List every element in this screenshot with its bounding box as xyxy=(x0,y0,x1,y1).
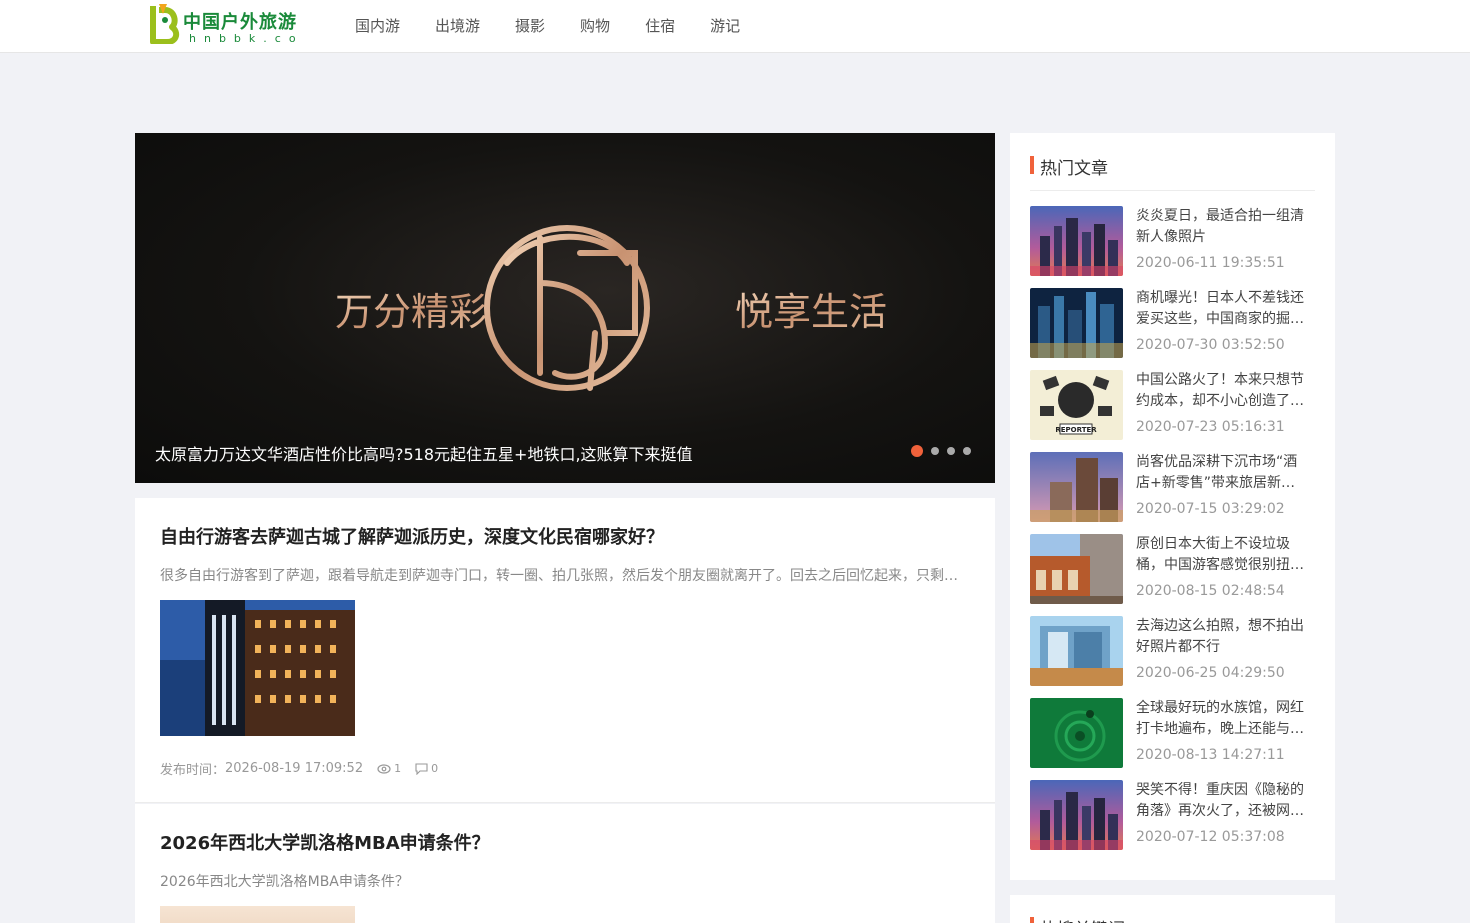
city-skyline-image xyxy=(1030,780,1123,850)
article-card: 2026年西北大学凯洛格MBA申请条件？ 2026年西北大学凯洛格MBA申请条件… xyxy=(135,804,995,923)
hot-article-date: 2020-07-12 05:37:08 xyxy=(1136,829,1285,845)
article-thumbnail[interactable] xyxy=(160,906,355,923)
hot-article-item[interactable]: 全球最好玩的水族馆，网红打卡地遍布，晚上还能与鲨鱼同眠 2020-08-13 1… xyxy=(1030,698,1315,770)
widget-header: 热门文章 xyxy=(1030,153,1315,191)
article-title[interactable]: 2026年西北大学凯洛格MBA申请条件？ xyxy=(160,829,490,855)
city-night-image xyxy=(160,600,355,736)
widget-title: 热搜关键词 xyxy=(1040,915,1125,923)
slider-left-text: 万分精彩 xyxy=(335,290,487,334)
view-count-value: 1 xyxy=(394,762,402,775)
article-summary: 2026年西北大学凯洛格MBA申请条件？ xyxy=(160,874,409,890)
hot-article-title[interactable]: 炎炎夏日，最适合拍一组清新人像照片 xyxy=(1136,206,1308,248)
article-thumbnail[interactable] xyxy=(160,600,355,736)
slider-dot-2[interactable] xyxy=(931,447,939,455)
hot-article-title[interactable]: 去海边这么拍照，想不拍出好照片都不行 xyxy=(1136,616,1308,658)
logo-b-icon xyxy=(150,4,180,44)
slider-dot-3[interactable] xyxy=(947,447,955,455)
hot-article-item[interactable]: 商机曝光！日本人不差钱还爱买这些，中国商家的掘金机会来了 2020-07-30 … xyxy=(1030,288,1315,360)
hot-keywords-widget: 热搜关键词 xyxy=(1010,895,1335,923)
view-count: 1 xyxy=(377,762,401,775)
hero-slider[interactable]: 万分精彩 悦享生活 太原富力万达文华酒店性价比高吗?518元起住五星+地铁口,这… xyxy=(135,133,995,483)
city-night-aerial-image xyxy=(1030,288,1123,358)
article-summary: 很多自由行游客到了萨迦，跟着导航走到萨迦寺门口，转一圈、拍几张照，然后发个朋友圈… xyxy=(160,568,960,584)
article-title[interactable]: 自由行游客去萨迦古城了解萨迦派历史，深度文化民宿哪家好？ xyxy=(160,523,664,549)
hot-articles-widget: 热门文章 炎炎夏日，最适合拍一组清新人像照片 2020-06-11 19:35:… xyxy=(1010,133,1335,880)
hot-article-item[interactable]: 去海边这么拍照，想不拍出好照片都不行 2020-06-25 04:29:50 xyxy=(1030,616,1315,688)
hot-article-title[interactable]: 商机曝光！日本人不差钱还爱买这些，中国商家的掘金机会来了 xyxy=(1136,288,1308,330)
hot-article-thumbnail[interactable] xyxy=(1030,534,1123,604)
hot-article-title[interactable]: 哭笑不得！重庆因《隐秘的角落》再次火了，还被网友调侃 xyxy=(1136,780,1308,822)
hot-article-thumbnail[interactable] xyxy=(1030,452,1123,522)
nav-item-travelogue[interactable]: 游记 xyxy=(710,0,740,52)
slider-dot-1[interactable] xyxy=(911,445,923,457)
hot-article-title[interactable]: 原创日本大街上不设垃圾桶，中国游客感觉很别扭，原因是这样 xyxy=(1136,534,1308,576)
comment-icon xyxy=(415,762,428,775)
street-building-image xyxy=(1030,534,1123,604)
hot-article-item[interactable]: 原创日本大街上不设垃圾桶，中国游客感觉很别扭，原因是这样 2020-08-15 … xyxy=(1030,534,1315,606)
nav-item-shopping[interactable]: 购物 xyxy=(580,0,610,52)
hot-article-thumbnail[interactable] xyxy=(1030,780,1123,850)
article-card: 自由行游客去萨迦古城了解萨迦派历史，深度文化民宿哪家好？ 很多自由行游客到了萨迦… xyxy=(135,498,995,803)
hot-article-thumbnail[interactable] xyxy=(1030,288,1123,358)
reporter-label: REPORTER xyxy=(1055,426,1097,434)
hot-article-date: 2020-07-23 05:16:31 xyxy=(1136,419,1285,435)
comment-count-value: 0 xyxy=(431,762,439,775)
logo-domain: hnbbk.co xyxy=(189,32,304,45)
eye-icon xyxy=(377,763,391,774)
hot-article-thumbnail[interactable] xyxy=(1030,698,1123,768)
title-accent-bar xyxy=(1030,917,1034,923)
hot-article-thumbnail[interactable] xyxy=(1030,206,1123,276)
hot-article-date: 2020-07-30 03:52:50 xyxy=(1136,337,1285,353)
hot-article-item[interactable]: 尚客优品深耕下沉市场“酒店+新零售”带来旅居新风尚 2020-07-15 03:… xyxy=(1030,452,1315,524)
hot-article-title[interactable]: 中国公路火了！本来只想节约成本，却不小心创造了奇迹 xyxy=(1136,370,1308,412)
slider-dot-4[interactable] xyxy=(963,447,971,455)
hot-article-date: 2020-07-15 03:29:02 xyxy=(1136,501,1285,517)
slider-right-text: 悦享生活 xyxy=(735,290,887,334)
city-skyline-image xyxy=(1030,206,1123,276)
hot-article-date: 2020-06-11 19:35:51 xyxy=(1136,255,1285,271)
seaside-mall-image xyxy=(1030,616,1123,686)
green-target-image xyxy=(1030,698,1123,768)
slider-pagination xyxy=(903,445,971,457)
nav-item-outbound[interactable]: 出境游 xyxy=(435,0,480,52)
hot-article-date: 2020-06-25 04:29:50 xyxy=(1136,665,1285,681)
hot-article-date: 2020-08-13 14:27:11 xyxy=(1136,747,1285,763)
nav-item-photography[interactable]: 摄影 xyxy=(515,0,545,52)
hot-article-item[interactable]: REPORTER 中国公路火了！本来只想节约成本，却不小心创造了奇迹 2020-… xyxy=(1030,370,1315,442)
article-meta: 发布时间： 2026-08-19 17:09:52 1 0 xyxy=(160,759,438,778)
hotel-tower-image xyxy=(1030,452,1123,522)
publish-time-label: 发布时间： xyxy=(160,763,226,778)
site-logo[interactable]: 中国户外旅游 hnbbk.co xyxy=(145,2,305,46)
nav-item-lodging[interactable]: 住宿 xyxy=(645,0,675,52)
slider-caption[interactable]: 太原富力万达文华酒店性价比高吗?518元起住五星+地铁口,这账算下来挺值 xyxy=(155,441,693,465)
slider-brand-image: 万分精彩 悦享生活 xyxy=(335,225,887,391)
reporter-illustration-image: REPORTER xyxy=(1030,370,1123,440)
hot-article-date: 2020-08-15 02:48:54 xyxy=(1136,583,1285,599)
site-header: 中国户外旅游 hnbbk.co 国内游 出境游 摄影 购物 住宿 游记 xyxy=(0,0,1470,53)
main-nav: 国内游 出境游 摄影 购物 住宿 游记 xyxy=(355,0,775,52)
hot-article-item[interactable]: 哭笑不得！重庆因《隐秘的角落》再次火了，还被网友调侃 2020-07-12 05… xyxy=(1030,780,1315,852)
logo-title: 中国户外旅游 xyxy=(183,12,297,33)
hot-article-thumbnail[interactable]: REPORTER xyxy=(1030,370,1123,440)
widget-title: 热门文章 xyxy=(1040,159,1108,179)
title-accent-bar xyxy=(1030,156,1034,174)
publish-time: 2026-08-19 17:09:52 xyxy=(225,761,364,776)
hot-article-thumbnail[interactable] xyxy=(1030,616,1123,686)
nav-item-domestic[interactable]: 国内游 xyxy=(355,0,400,52)
hot-article-item[interactable]: 炎炎夏日，最适合拍一组清新人像照片 2020-06-11 19:35:51 xyxy=(1030,206,1315,278)
hot-article-title[interactable]: 尚客优品深耕下沉市场“酒店+新零售”带来旅居新风尚 xyxy=(1136,452,1308,494)
comment-count: 0 xyxy=(415,762,438,775)
hot-article-title[interactable]: 全球最好玩的水族馆，网红打卡地遍布，晚上还能与鲨鱼同眠 xyxy=(1136,698,1308,740)
